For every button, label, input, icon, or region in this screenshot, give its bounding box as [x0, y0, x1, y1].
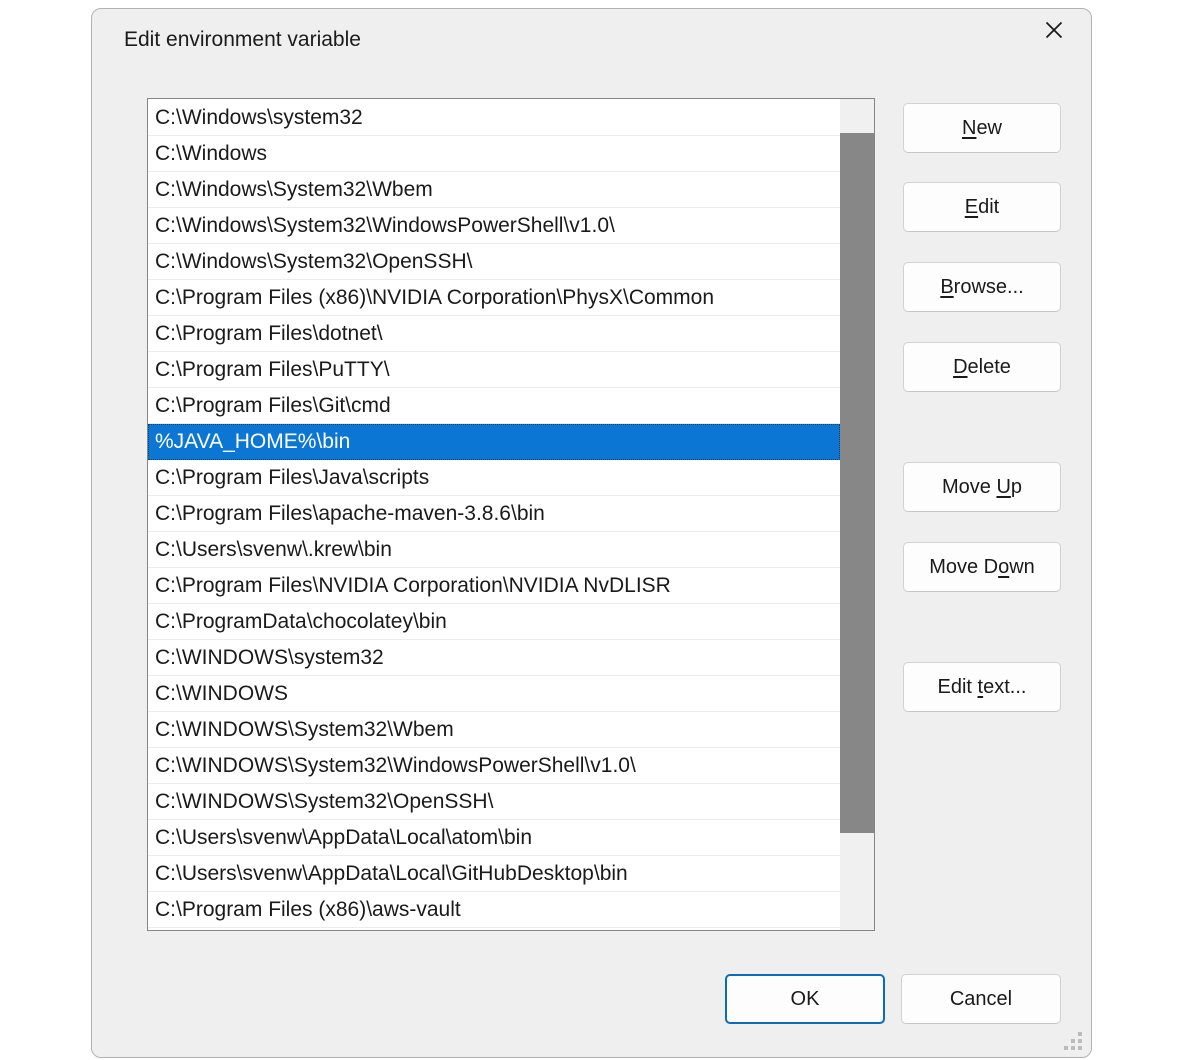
list-item[interactable]: C:\Program Files\NVIDIA Corporation\NVID… — [148, 568, 840, 604]
close-icon — [1043, 19, 1065, 44]
button-accel: E — [965, 196, 978, 218]
list-item[interactable]: C:\Program Files (x86)\NVIDIA Corporatio… — [148, 280, 840, 316]
button-label: rowse... — [954, 276, 1024, 298]
list-item[interactable]: C:\Program Files (x86)\aws-vault — [148, 892, 840, 928]
button-accel: D — [953, 356, 967, 378]
move-down-button[interactable]: Move Down — [903, 542, 1061, 592]
cancel-button[interactable]: Cancel — [901, 974, 1061, 1024]
edit-button[interactable]: Edit — [903, 182, 1061, 232]
scrollbar-track[interactable] — [840, 99, 874, 930]
button-label: wn — [1009, 556, 1035, 578]
list-item[interactable]: C:\Users\svenw\.krew\bin — [148, 532, 840, 568]
button-label: ew — [976, 117, 1002, 139]
dialog-title: Edit environment variable — [124, 28, 361, 52]
browse-button[interactable]: Browse... — [903, 262, 1061, 312]
list-item[interactable]: C:\WINDOWS\System32\Wbem — [148, 712, 840, 748]
ok-button[interactable]: OK — [725, 974, 885, 1024]
path-list: C:\Windows\system32C:\WindowsC:\Windows\… — [147, 98, 875, 931]
list-item[interactable]: C:\Program Files\PuTTY\ — [148, 352, 840, 388]
button-label: ext... — [983, 676, 1026, 698]
list-item[interactable]: C:\Windows — [148, 136, 840, 172]
button-label: Move — [942, 476, 996, 498]
move-up-button[interactable]: Move Up — [903, 462, 1061, 512]
list-item[interactable]: C:\Program Files\Java\scripts — [148, 460, 840, 496]
button-accel: B — [940, 276, 953, 298]
button-label: Move D — [929, 556, 998, 578]
button-accel: N — [962, 117, 976, 139]
edit-environment-variable-dialog: Edit environment variable C:\Windows\sys… — [91, 8, 1092, 1058]
list-item[interactable]: C:\Program Files\dotnet\ — [148, 316, 840, 352]
button-accel: o — [998, 556, 1009, 578]
new-button[interactable]: New — [903, 103, 1061, 153]
list-item[interactable]: C:\Windows\System32\OpenSSH\ — [148, 244, 840, 280]
list-item[interactable]: C:\WINDOWS\system32 — [148, 640, 840, 676]
path-list-rows: C:\Windows\system32C:\WindowsC:\Windows\… — [148, 100, 840, 928]
button-accel: U — [996, 476, 1010, 498]
delete-button[interactable]: Delete — [903, 342, 1061, 392]
resize-grip-icon[interactable] — [1064, 1032, 1082, 1050]
list-item[interactable]: C:\Windows\system32 — [148, 100, 840, 136]
scrollbar-thumb[interactable] — [840, 133, 874, 833]
button-label: dit — [978, 196, 999, 218]
button-label: elete — [968, 356, 1011, 378]
list-item[interactable]: C:\WINDOWS\System32\OpenSSH\ — [148, 784, 840, 820]
list-item[interactable]: C:\WINDOWS — [148, 676, 840, 712]
list-item[interactable]: C:\WINDOWS\System32\WindowsPowerShell\v1… — [148, 748, 840, 784]
button-label: p — [1011, 476, 1022, 498]
button-label: Edit — [938, 676, 978, 698]
list-item[interactable]: C:\Windows\System32\WindowsPowerShell\v1… — [148, 208, 840, 244]
list-item[interactable]: C:\ProgramData\chocolatey\bin — [148, 604, 840, 640]
list-item[interactable]: C:\Windows\System32\Wbem — [148, 172, 840, 208]
edit-text-button[interactable]: Edit text... — [903, 662, 1061, 712]
list-item[interactable]: %JAVA_HOME%\bin — [148, 424, 840, 460]
list-item[interactable]: C:\Users\svenw\AppData\Local\atom\bin — [148, 820, 840, 856]
list-item[interactable]: C:\Program Files\Git\cmd — [148, 388, 840, 424]
list-item[interactable]: C:\Users\svenw\AppData\Local\GitHubDeskt… — [148, 856, 840, 892]
list-item[interactable]: C:\Program Files\apache-maven-3.8.6\bin — [148, 496, 840, 532]
close-button[interactable] — [1036, 13, 1072, 49]
